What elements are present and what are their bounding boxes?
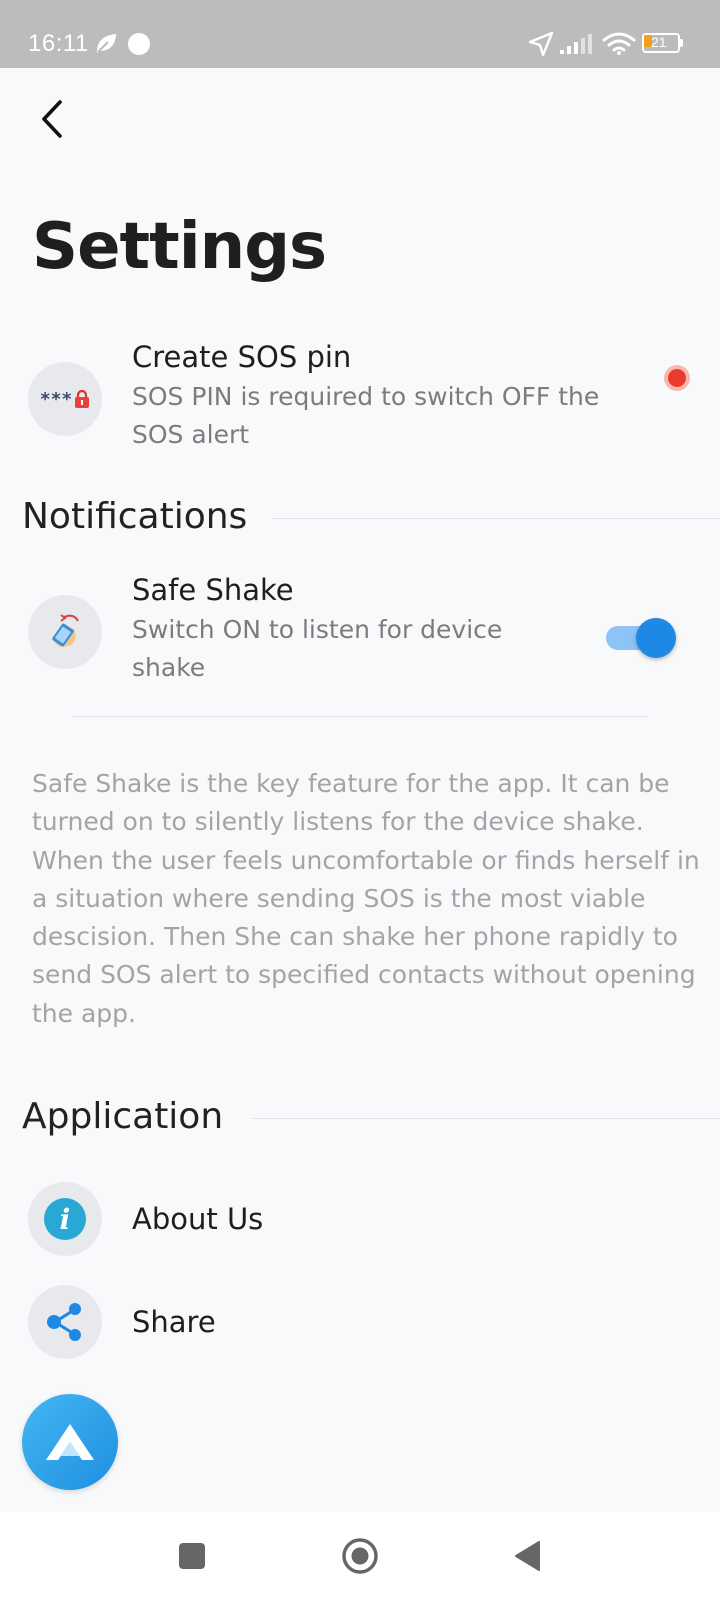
sos-pin-setting[interactable]: *** Create SOS pin SOS PIN is required t… — [0, 340, 720, 460]
password-lock-icon: *** — [28, 362, 102, 436]
chevron-left-icon — [42, 100, 62, 138]
row-divider — [72, 716, 648, 717]
lock-icon — [75, 389, 90, 408]
recents-button[interactable] — [168, 1532, 216, 1580]
app-logo-icon — [46, 1424, 94, 1460]
app-logo-button[interactable] — [22, 1394, 118, 1490]
safe-shake-title: Safe Shake — [132, 573, 294, 607]
leaf-icon — [97, 34, 116, 53]
section-divider — [252, 1118, 720, 1119]
about-us-item[interactable]: i About Us — [0, 1180, 720, 1260]
share-icon — [28, 1285, 102, 1359]
status-bar: 16:11 21 — [0, 0, 720, 68]
toggle-knob — [636, 618, 676, 658]
home-button[interactable] — [336, 1532, 384, 1580]
system-nav-bar — [0, 1512, 720, 1600]
shake-phone-icon — [28, 595, 102, 669]
status-time: 16:11 — [28, 30, 89, 57]
signal-icon — [560, 34, 592, 54]
info-icon: i — [28, 1182, 102, 1256]
safe-shake-toggle[interactable] — [606, 618, 676, 658]
application-section-title: Application — [22, 1096, 224, 1137]
sos-pin-title: Create SOS pin — [132, 340, 352, 374]
about-us-label: About Us — [132, 1202, 264, 1236]
page-title: Settings — [32, 210, 327, 284]
home-circle-icon — [342, 1538, 378, 1574]
wifi-icon — [602, 32, 636, 55]
share-label: Share — [132, 1305, 216, 1339]
sos-pin-subtitle: SOS PIN is required to switch OFF the SO… — [132, 382, 600, 449]
svg-text:i: i — [60, 1203, 71, 1236]
section-divider — [272, 518, 720, 519]
back-nav-button[interactable] — [504, 1532, 552, 1580]
battery-level: 21 — [651, 34, 667, 50]
pin-status-indicator — [664, 365, 690, 391]
battery-icon: 21 — [642, 33, 684, 53]
back-triangle-icon — [515, 1541, 540, 1571]
password-mask-text: *** — [39, 388, 73, 410]
notifications-section-title: Notifications — [22, 496, 248, 537]
share-item[interactable]: Share — [0, 1283, 720, 1363]
safe-shake-subtitle: Switch ON to listen for device shake — [132, 615, 503, 682]
circle-icon — [128, 33, 150, 55]
safe-shake-description: Safe Shake is the key feature for the ap… — [32, 769, 700, 1028]
back-button[interactable] — [32, 96, 72, 142]
recents-square-icon — [179, 1543, 205, 1569]
location-arrow-icon — [528, 31, 554, 57]
